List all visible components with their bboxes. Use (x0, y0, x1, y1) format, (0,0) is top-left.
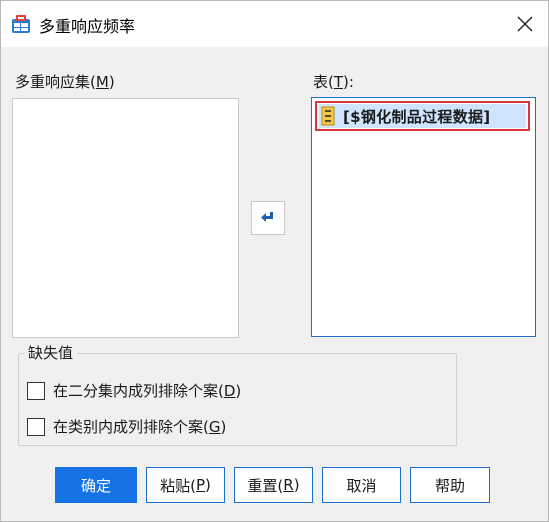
missing-values-legend: 缺失值 (24, 342, 78, 363)
checkbox-label: 在类别内成列排除个案(G) (53, 418, 227, 436)
tables-list[interactable]: [$钢化制品过程数据] (311, 97, 536, 337)
multiple-response-sets-list[interactable] (12, 98, 239, 338)
list-item-label: [$钢化制品过程数据] (343, 107, 491, 126)
spss-table-icon (11, 14, 31, 34)
close-icon (517, 16, 533, 32)
checkbox-box[interactable] (27, 381, 45, 400)
tables-label: 表(T): (313, 73, 354, 91)
window-title: 多重响应频率 (39, 17, 136, 36)
list-item-selection: [$钢化制品过程数据] (319, 104, 526, 128)
close-button[interactable] (502, 1, 548, 47)
multiple-response-sets-label: 多重响应集(M) (15, 73, 115, 91)
list-item[interactable]: [$钢化制品过程数据] (315, 101, 530, 131)
ok-button[interactable]: 确定 (55, 467, 137, 503)
exclude-categories-checkbox[interactable]: 在类别内成列排除个案(G) (27, 416, 226, 437)
reset-button[interactable]: 重置(R) (234, 467, 313, 503)
move-to-left-button[interactable] (251, 201, 285, 235)
title-bar: 多重响应频率 (1, 1, 548, 47)
dialog-window: 多重响应频率 多重响应集(M) 表(T): [$钢化制品过程数据] 缺失值 在二… (0, 0, 549, 522)
paste-button[interactable]: 粘贴(P) (146, 467, 225, 503)
exclude-dichotomies-checkbox[interactable]: 在二分集内成列排除个案(D) (27, 380, 241, 401)
help-button[interactable]: 帮助 (410, 467, 490, 503)
arrow-left-icon (261, 212, 273, 222)
cancel-button[interactable]: 取消 (322, 467, 401, 503)
multiple-response-set-icon (321, 106, 335, 126)
checkbox-box[interactable] (27, 417, 45, 436)
checkbox-label: 在二分集内成列排除个案(D) (53, 382, 242, 400)
